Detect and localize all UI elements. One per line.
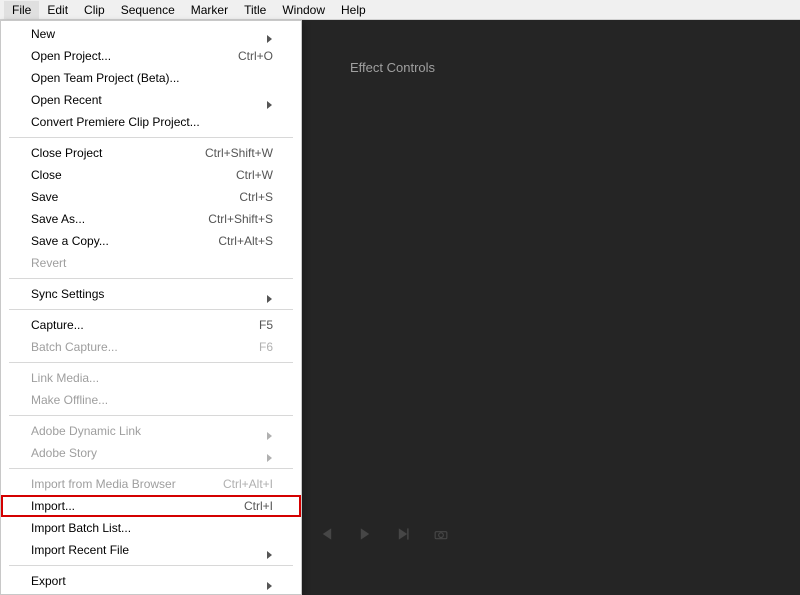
menu-item-label: Open Project...: [31, 48, 218, 64]
menubar-item-clip[interactable]: Clip: [76, 1, 113, 19]
menu-item-close-project[interactable]: Close Project Ctrl+Shift+W: [1, 142, 301, 164]
menu-item-import-batch-list[interactable]: Import Batch List...: [1, 517, 301, 539]
menubar-item-help[interactable]: Help: [333, 1, 374, 19]
menu-item-label: Convert Premiere Clip Project...: [31, 114, 273, 130]
menu-item-shortcut: Ctrl+W: [236, 167, 273, 183]
menu-item-shortcut: Ctrl+O: [238, 48, 273, 64]
transport-controls: [320, 527, 448, 541]
menu-item-label: Import...: [31, 498, 224, 514]
menu-separator: [9, 362, 293, 363]
menu-item-revert: Revert: [1, 252, 301, 274]
menu-item-label: Revert: [31, 255, 273, 271]
menu-item-label: Import Batch List...: [31, 520, 273, 536]
menu-item-adobe-dynamic-link: Adobe Dynamic Link: [1, 420, 301, 442]
menu-item-label: Import Recent File: [31, 542, 247, 558]
menubar-item-file[interactable]: File: [4, 1, 39, 19]
menu-item-open-team-project-beta[interactable]: Open Team Project (Beta)...: [1, 67, 301, 89]
menu-item-label: Close Project: [31, 145, 185, 161]
menu-item-label: Sync Settings: [31, 286, 247, 302]
menu-item-save-as[interactable]: Save As... Ctrl+Shift+S: [1, 208, 301, 230]
menu-item-label: Open Team Project (Beta)...: [31, 70, 273, 86]
menu-item-batch-capture: Batch Capture... F6: [1, 336, 301, 358]
menu-item-label: Save As...: [31, 211, 188, 227]
menu-item-make-offline: Make Offline...: [1, 389, 301, 411]
menu-item-label: Export: [31, 573, 247, 589]
menu-item-capture[interactable]: Capture... F5: [1, 314, 301, 336]
menu-separator: [9, 468, 293, 469]
submenu-arrow-icon: [267, 97, 273, 103]
menu-separator: [9, 309, 293, 310]
effect-controls-panel-label[interactable]: Effect Controls: [350, 60, 435, 75]
menu-item-save-a-copy[interactable]: Save a Copy... Ctrl+Alt+S: [1, 230, 301, 252]
menu-item-shortcut: Ctrl+Shift+S: [208, 211, 273, 227]
submenu-arrow-icon: [267, 31, 273, 37]
menu-item-adobe-story: Adobe Story: [1, 442, 301, 464]
submenu-arrow-icon: [267, 428, 273, 434]
menu-item-new[interactable]: New: [1, 23, 301, 45]
menubar-item-title[interactable]: Title: [236, 1, 274, 19]
file-menu-dropdown: New Open Project... Ctrl+O Open Team Projec…: [0, 20, 302, 595]
menu-item-label: Save a Copy...: [31, 233, 198, 249]
submenu-arrow-icon: [267, 450, 273, 456]
menu-item-import-recent-file[interactable]: Import Recent File: [1, 539, 301, 561]
menu-item-label: Link Media...: [31, 370, 273, 386]
menu-item-label: Adobe Story: [31, 445, 247, 461]
menu-item-label: Batch Capture...: [31, 339, 239, 355]
menu-item-export[interactable]: Export: [1, 570, 301, 592]
camera-icon: [434, 527, 448, 541]
menu-item-label: Close: [31, 167, 216, 183]
menu-item-shortcut: Ctrl+Alt+S: [218, 233, 273, 249]
menu-item-shortcut: Ctrl+I: [244, 498, 273, 514]
menu-item-label: Import from Media Browser: [31, 476, 203, 492]
menubar-item-window[interactable]: Window: [274, 1, 333, 19]
prev-frame-icon: [320, 527, 334, 541]
menubar-item-edit[interactable]: Edit: [39, 1, 76, 19]
menu-item-label: Make Offline...: [31, 392, 273, 408]
menu-item-link-media: Link Media...: [1, 367, 301, 389]
menu-item-label: Open Recent: [31, 92, 247, 108]
menu-separator: [9, 278, 293, 279]
submenu-arrow-icon: [267, 578, 273, 584]
menu-item-label: Save: [31, 189, 219, 205]
menu-item-import[interactable]: Import... Ctrl+I: [1, 495, 301, 517]
menu-item-shortcut: F6: [259, 339, 273, 355]
menu-item-open-recent[interactable]: Open Recent: [1, 89, 301, 111]
menu-item-shortcut: Ctrl+Shift+W: [205, 145, 273, 161]
menu-item-shortcut: F5: [259, 317, 273, 333]
play-icon: [358, 527, 372, 541]
menu-separator: [9, 137, 293, 138]
menu-item-label: Adobe Dynamic Link: [31, 423, 247, 439]
submenu-arrow-icon: [267, 547, 273, 553]
menu-item-label: Capture...: [31, 317, 239, 333]
menu-item-shortcut: Ctrl+S: [239, 189, 273, 205]
menu-item-convert-premiere-clip-project[interactable]: Convert Premiere Clip Project...: [1, 111, 301, 133]
menu-item-label: New: [31, 26, 247, 42]
menu-item-shortcut: Ctrl+Alt+I: [223, 476, 273, 492]
menu-item-import-from-media-browser: Import from Media Browser Ctrl+Alt+I: [1, 473, 301, 495]
menu-item-close[interactable]: Close Ctrl+W: [1, 164, 301, 186]
menubar-item-marker[interactable]: Marker: [183, 1, 236, 19]
menu-item-save[interactable]: Save Ctrl+S: [1, 186, 301, 208]
menu-item-open-project[interactable]: Open Project... Ctrl+O: [1, 45, 301, 67]
menu-item-sync-settings[interactable]: Sync Settings: [1, 283, 301, 305]
menu-separator: [9, 565, 293, 566]
submenu-arrow-icon: [267, 291, 273, 297]
menu-separator: [9, 415, 293, 416]
menubar-item-sequence[interactable]: Sequence: [113, 1, 183, 19]
menubar: FileEditClipSequenceMarkerTitleWindowHel…: [0, 0, 800, 20]
next-frame-icon: [396, 527, 410, 541]
